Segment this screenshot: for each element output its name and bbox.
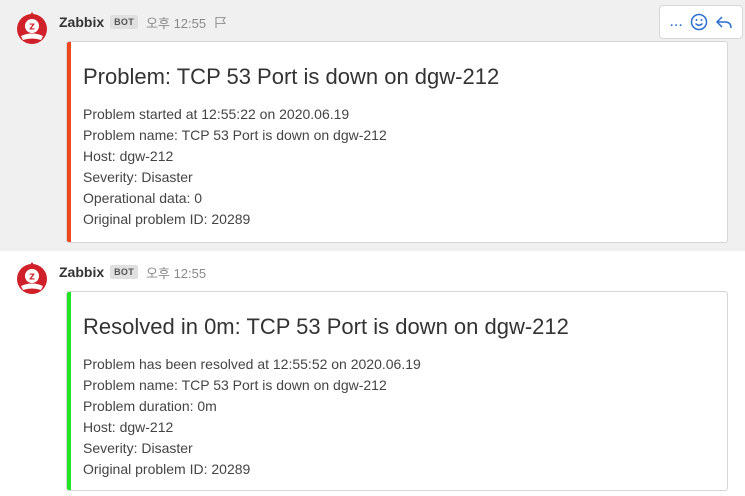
username[interactable]: Zabbix xyxy=(59,14,104,30)
severity-color-bar xyxy=(67,292,71,490)
svg-text:Z: Z xyxy=(29,23,35,32)
attachment-line: Problem name: TCP 53 Port is down on dgw… xyxy=(83,377,387,393)
attachment-body: Problem started at 12:55:22 on 2020.06.1… xyxy=(83,104,387,230)
smiley-icon xyxy=(690,13,707,31)
problem-attachment: Problem: TCP 53 Port is down on dgw-212 … xyxy=(66,41,728,243)
post-header: Zabbix BOT 오후 12:55 xyxy=(59,262,206,282)
attachment-title: Resolved in 0m: TCP 53 Port is down on d… xyxy=(83,314,569,339)
attachment-line: Problem started at 12:55:22 on 2020.06.1… xyxy=(83,106,350,122)
bot-badge: BOT xyxy=(110,15,139,29)
attachment-line: Problem has been resolved at 12:55:52 on… xyxy=(83,356,421,372)
attachment-line: Original problem ID: 20289 xyxy=(83,461,251,477)
more-actions-button[interactable]: ... xyxy=(669,14,682,30)
reply-button[interactable] xyxy=(715,14,733,30)
attachment-body: Problem has been resolved at 12:55:52 on… xyxy=(83,354,421,480)
attachment-line: Host: dgw-212 xyxy=(83,148,174,164)
reply-icon xyxy=(715,16,732,29)
attachment-line: Original problem ID: 20289 xyxy=(83,211,251,227)
attachment-line: Problem duration: 0m xyxy=(83,398,217,414)
attachment-line: Problem name: TCP 53 Port is down on dgw… xyxy=(83,127,387,143)
username[interactable]: Zabbix xyxy=(59,264,104,280)
post-time[interactable]: 오후 12:55 xyxy=(146,263,206,282)
post-time[interactable]: 오후 12:55 xyxy=(146,13,206,32)
flag-icon[interactable] xyxy=(214,16,227,29)
post-actions-menu: ... xyxy=(659,5,743,39)
bot-badge: BOT xyxy=(110,265,139,279)
zabbix-avatar-icon[interactable]: Z xyxy=(14,260,50,296)
add-reaction-button[interactable] xyxy=(690,13,708,31)
attachment-line: Host: dgw-212 xyxy=(83,419,174,435)
zabbix-avatar-icon[interactable]: Z xyxy=(14,10,50,46)
attachment-line: Severity: Disaster xyxy=(83,440,193,456)
resolved-attachment: Resolved in 0m: TCP 53 Port is down on d… xyxy=(66,291,728,491)
message-post[interactable]: Z Zabbix BOT 오후 12:55 ... Problem: TCP 5… xyxy=(0,0,745,251)
attachment-line: Severity: Disaster xyxy=(83,169,193,185)
attachment-title: Problem: TCP 53 Port is down on dgw-212 xyxy=(83,64,500,89)
attachment-line: Operational data: 0 xyxy=(83,190,203,206)
svg-text:Z: Z xyxy=(29,273,35,282)
post-header: Zabbix BOT 오후 12:55 xyxy=(59,12,227,32)
message-post[interactable]: Z Zabbix BOT 오후 12:55 Resolved in 0m: TC… xyxy=(0,251,745,496)
severity-color-bar xyxy=(67,42,71,242)
